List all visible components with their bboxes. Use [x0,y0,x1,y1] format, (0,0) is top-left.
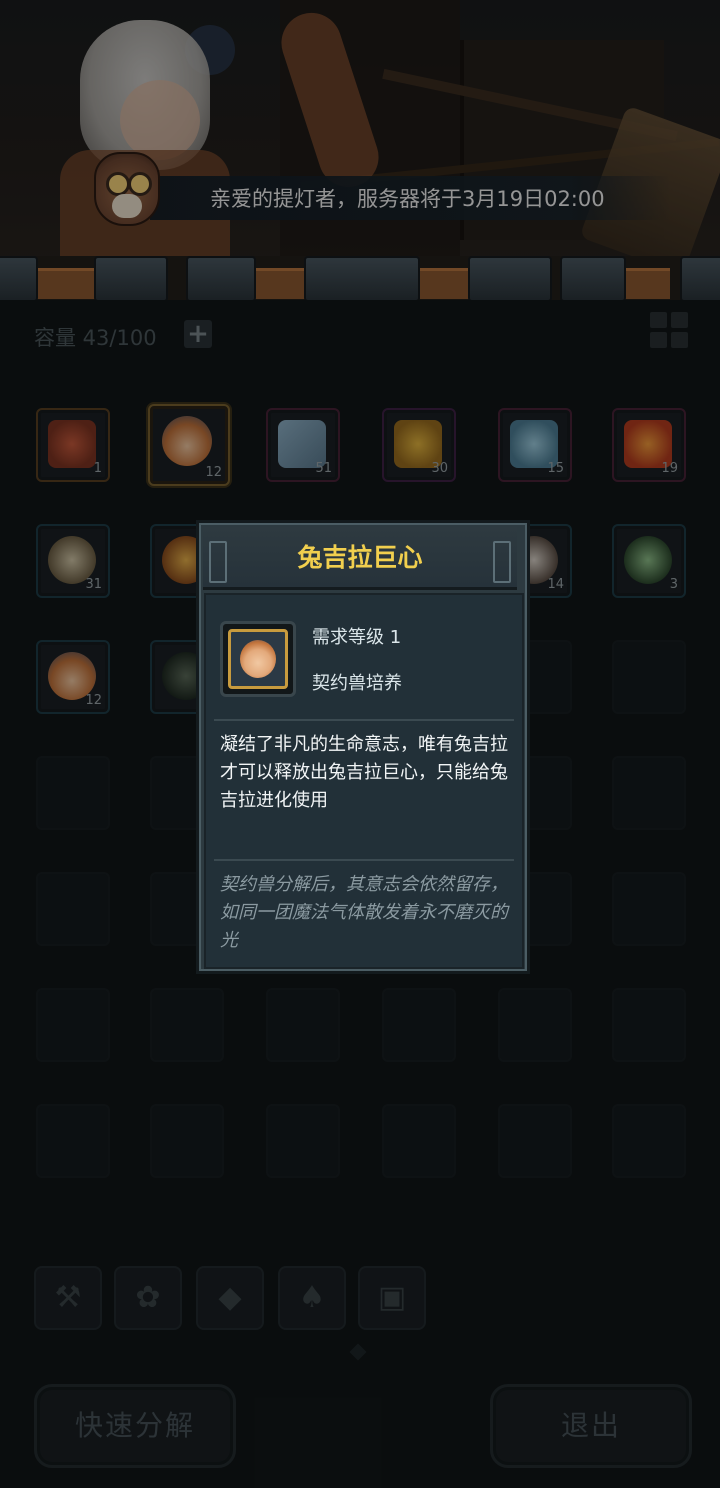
rabbit-heart-icon [240,640,276,678]
divider [214,859,514,861]
popup-title: 兔吉拉巨心 [297,543,423,572]
required-level: 需求等级 1 [312,627,402,648]
popup-header: 兔吉拉巨心 [203,527,517,590]
item-category: 契约兽培养 [312,673,402,694]
popup-body: 需求等级 1 契约兽培养 凝结了非凡的生命意志，唯有兔吉拉才可以释放出兔吉拉巨心… [204,593,524,969]
item-portrait [220,621,296,697]
portrait-frame [228,629,288,689]
item-detail-popup: 兔吉拉巨心 需求等级 1 契约兽培养 凝结了非凡的生命意志，唯有兔吉拉才可以释放… [196,520,530,974]
item-lore: 契约兽分解后，其意志会依然留存，如同一团魔法气体散发着永不磨灭的光 [220,874,508,951]
divider [214,719,514,721]
item-description: 凝结了非凡的生命意志，唯有兔吉拉才可以释放出兔吉拉巨心，只能给兔吉拉进化使用 [220,734,508,811]
